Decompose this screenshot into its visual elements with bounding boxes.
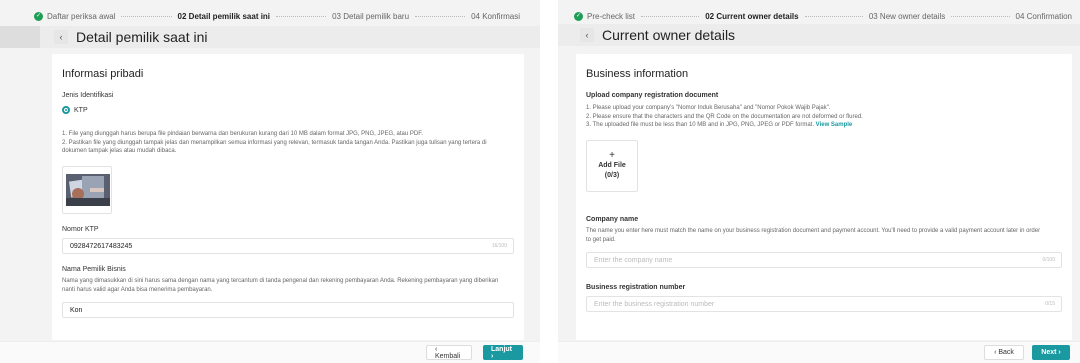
ktp-number-label: Nomor KTP — [62, 226, 99, 233]
back-chevron-icon[interactable]: ‹ — [54, 30, 68, 44]
step-4: 04 Confirmation — [1016, 12, 1072, 21]
radio-label: KTP — [74, 106, 88, 114]
step-connector — [415, 15, 466, 17]
back-button[interactable]: ‹ Kembali — [426, 345, 472, 360]
char-counter: 16/100 — [491, 243, 507, 249]
company-name-label: Company name — [586, 216, 639, 223]
bottom-action-bar: ‹ Back Next › — [558, 341, 1080, 363]
help-line: 1. File yang diunggah harus berupa file … — [62, 131, 423, 137]
progress-stepper: ✓ Pre-check list 02 Current owner details… — [574, 8, 1072, 24]
uploaded-id-thumbnail[interactable] — [62, 166, 112, 214]
add-file-label: Add File — [598, 162, 626, 169]
owner-name-input[interactable]: Kon — [62, 302, 514, 318]
step-connector — [276, 15, 327, 17]
step-3: 03 New owner details — [869, 12, 945, 21]
check-icon: ✓ — [34, 11, 43, 21]
step-2: 02 Current owner details — [705, 12, 798, 21]
ktp-number-value: 0928472617483245 — [70, 242, 133, 250]
owner-name-help: Nama yang dimasukkan di sini harus sama … — [62, 278, 499, 293]
step-connector — [804, 15, 863, 17]
add-file-button[interactable]: + Add File (0/3) — [586, 140, 638, 192]
help-line: 2. Pastikan file yang diunggah tampak je… — [62, 139, 487, 155]
step-1[interactable]: ✓ Daftar periksa awal — [34, 11, 116, 21]
step-label: 03 New owner details — [868, 11, 946, 21]
back-chevron-icon[interactable]: ‹ — [580, 28, 594, 42]
step-connector — [121, 15, 172, 17]
back-button[interactable]: ‹ Back — [984, 345, 1024, 360]
company-name-input[interactable]: Enter the company name 0/100 — [586, 252, 1062, 268]
next-button[interactable]: Next › — [1032, 345, 1070, 360]
step-label: 04 Konfirmasi — [471, 11, 521, 21]
next-button[interactable]: Lanjut › — [483, 345, 523, 360]
page-title: Current owner details — [602, 27, 736, 43]
help-line-text: 3. The uploaded file must be less than 1… — [586, 122, 814, 128]
upload-help: 1. Please upload your company's "Nomor I… — [586, 104, 1056, 130]
step-label: Daftar periksa awal — [47, 11, 116, 21]
business-info-card: Business information Upload company regi… — [576, 54, 1072, 340]
section-title: Informasi pribadi — [62, 68, 144, 80]
step-label: 04 Confirmation — [1015, 11, 1072, 21]
step-4: 04 Konfirmasi — [471, 12, 520, 21]
registration-number-input[interactable]: Enter the business registration number 0… — [586, 296, 1062, 312]
id-card-photo-icon — [66, 174, 110, 206]
registration-number-placeholder: Enter the business registration number — [594, 300, 715, 308]
step-2: 02 Detail pemilik saat ini — [178, 12, 270, 21]
step-3: 03 Detail pemilik baru — [332, 12, 409, 21]
help-line: 1. Please upload your company's "Nomor I… — [586, 105, 831, 111]
owner-name-label: Nama Pemilik Bisnis — [62, 266, 126, 273]
bottom-action-bar: ‹ Kembali Lanjut › — [0, 341, 540, 363]
registration-number-label: Business registration number — [586, 284, 686, 291]
company-name-placeholder: Enter the company name — [594, 256, 673, 264]
check-icon: ✓ — [574, 11, 583, 21]
company-name-help: The name you enter here must match the n… — [586, 228, 1041, 243]
page-title: Detail pemilik saat ini — [76, 29, 208, 45]
view-sample-link[interactable]: View Sample — [816, 122, 853, 128]
step-1[interactable]: ✓ Pre-check list — [574, 11, 636, 21]
radio-selected-icon — [62, 106, 70, 114]
step-label: 02 Current owner details — [705, 11, 799, 21]
section-title: Business information — [586, 68, 689, 80]
title-bar: ‹ Detail pemilik saat ini — [0, 26, 540, 48]
title-bar-edge — [0, 26, 40, 48]
step-connector — [641, 15, 700, 17]
title-bar: ‹ Current owner details — [558, 24, 1080, 46]
progress-stepper: ✓ Daftar periksa awal 02 Detail pemilik s… — [34, 8, 520, 24]
step-label: Pre-check list — [587, 11, 636, 21]
step-label: 02 Detail pemilik saat ini — [177, 11, 271, 21]
char-counter: 0/15 — [1045, 301, 1055, 307]
upload-label: Upload company registration document — [586, 92, 719, 99]
id-type-label: Jenis Identifikasi — [62, 92, 114, 99]
step-connector — [951, 15, 1010, 17]
help-line: 2. Please ensure that the characters and… — [586, 113, 863, 120]
upload-help: 1. File yang diunggah harus berupa file … — [62, 130, 502, 156]
id-type-radio-ktp[interactable]: KTP — [62, 106, 88, 114]
plus-icon: + — [609, 150, 615, 161]
left-panel: ✓ Daftar periksa awal 02 Detail pemilik s… — [0, 0, 540, 363]
personal-info-card: Informasi pribadi Jenis Identifikasi KTP… — [52, 54, 524, 340]
owner-name-value: Kon — [70, 306, 83, 314]
step-label: 03 Detail pemilik baru — [332, 11, 410, 21]
ktp-number-input[interactable]: 0928472617483245 16/100 — [62, 238, 514, 254]
add-file-count: (0/3) — [604, 172, 620, 179]
help-line: 3. The uploaded file must be less than 1… — [586, 121, 1056, 130]
char-counter: 0/100 — [1042, 257, 1055, 263]
right-panel: ✓ Pre-check list 02 Current owner details… — [558, 0, 1080, 363]
